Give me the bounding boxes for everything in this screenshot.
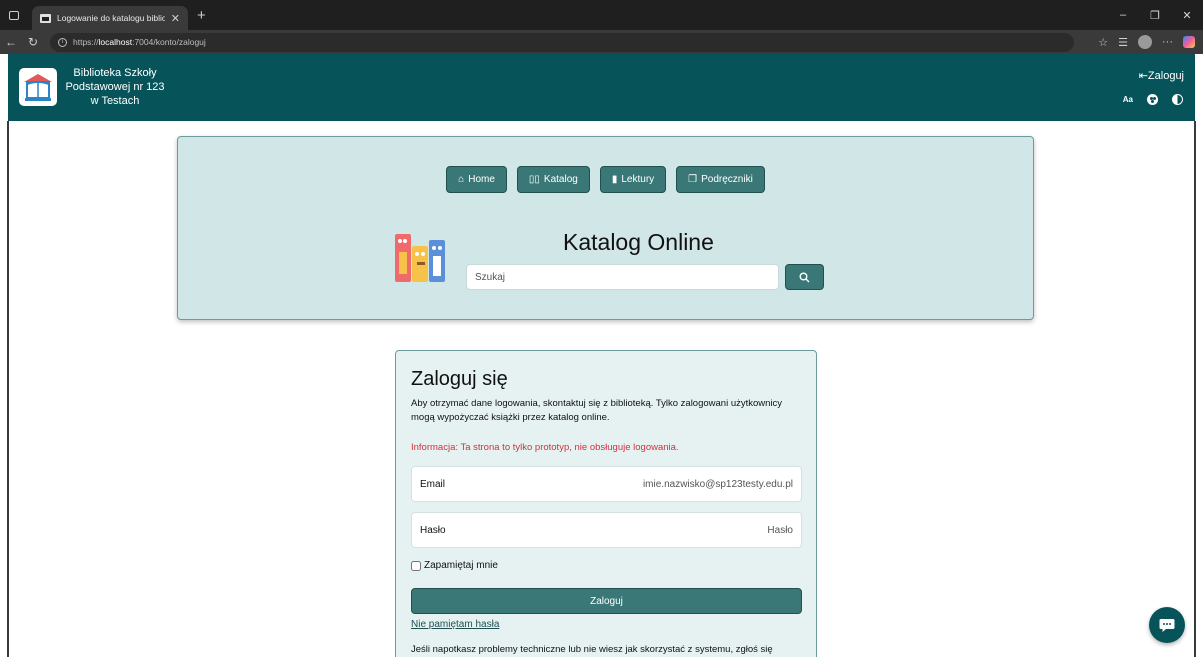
- login-submit-button[interactable]: Zaloguj: [411, 588, 802, 614]
- tab-close-icon[interactable]: ✕: [171, 12, 180, 25]
- forgot-password-link[interactable]: Nie pamiętam hasła: [411, 619, 499, 630]
- new-tab-icon[interactable]: +: [197, 7, 206, 24]
- bookmark-book-icon: ▮: [611, 174, 618, 185]
- favorite-star-icon[interactable]: ☆: [1098, 36, 1108, 49]
- remember-me[interactable]: Zapamiętaj mnie: [411, 560, 498, 571]
- home-icon: ⌂: [458, 174, 465, 185]
- login-card: Zaloguj się Aby otrzymać dane logowania,…: [395, 350, 817, 657]
- header-login-link[interactable]: ⇤Zaloguj: [1139, 69, 1184, 82]
- remember-me-label: Zapamiętaj mnie: [424, 560, 498, 571]
- frame-right: [1194, 121, 1196, 657]
- login-arrow-icon: ⇤: [1138, 70, 1148, 82]
- books-stack-icon: ❐: [688, 174, 698, 185]
- tab-title: Logowanie do katalogu bibliotek: [57, 13, 165, 23]
- browser-address-bar: ← ↻ i https://localhost:7004/konto/zalog…: [0, 30, 1203, 54]
- restore-icon[interactable]: ❐: [1139, 9, 1171, 22]
- back-icon[interactable]: ←: [0, 35, 22, 49]
- nav-home-button[interactable]: ⌂ Home: [446, 166, 507, 193]
- window-controls: – ❐ ✕: [1107, 0, 1203, 30]
- browser-tab-bar: Logowanie do katalogu bibliotek ✕ + – ❐ …: [0, 0, 1203, 30]
- frame-left: [7, 121, 9, 657]
- tab-favicon-icon: [40, 13, 51, 23]
- favorites-list-icon[interactable]: ☰: [1118, 36, 1128, 49]
- password-input[interactable]: [553, 524, 793, 536]
- site-info-icon[interactable]: i: [58, 37, 67, 47]
- prototype-info: Informacja: Ta strona to tylko prototyp,…: [411, 442, 679, 453]
- password-label: Hasło: [420, 524, 446, 536]
- remember-me-checkbox[interactable]: [411, 560, 421, 571]
- url-field[interactable]: i https://localhost:7004/konto/zaloguj: [50, 32, 1074, 52]
- help-text: Jeśli napotkasz problemy techniczne lub …: [411, 644, 773, 655]
- theme-palette-icon[interactable]: [1147, 94, 1158, 105]
- catalog-search-panel: ⌂ Home ▯▯ Katalog ▮ Lektury ❐ Podręczniki Ka…: [177, 136, 1034, 320]
- site-header: Biblioteka Szkoły Podstawowej nr 123 w T…: [8, 54, 1195, 121]
- accessibility-toolbar: Aa: [1123, 94, 1183, 105]
- nav-textbooks-button[interactable]: ❐ Podręczniki: [676, 166, 765, 193]
- nav-catalog-button[interactable]: ▯▯ Katalog: [516, 166, 590, 193]
- copilot-icon[interactable]: [1183, 36, 1195, 48]
- browser-tab-active[interactable]: Logowanie do katalogu bibliotek ✕: [32, 6, 188, 30]
- login-description: Aby otrzymać dane logowania, skontaktuj …: [411, 398, 783, 423]
- nav-readings-button[interactable]: ▮ Lektury: [599, 166, 667, 193]
- contrast-toggle-icon[interactable]: [1172, 94, 1183, 105]
- close-window-icon[interactable]: ✕: [1171, 9, 1203, 22]
- library-logo-icon[interactable]: [19, 68, 57, 106]
- school-name[interactable]: Biblioteka Szkoły Podstawowej nr 123 w T…: [60, 66, 170, 108]
- email-input[interactable]: [553, 478, 793, 490]
- catalog-title: Katalog Online: [563, 229, 714, 255]
- search-icon: [799, 272, 810, 282]
- font-size-toggle[interactable]: Aa: [1123, 95, 1133, 104]
- refresh-icon[interactable]: ↻: [22, 35, 44, 49]
- search-button[interactable]: [785, 264, 824, 290]
- login-title: Zaloguj się: [411, 368, 508, 390]
- catalog-search-input[interactable]: [466, 264, 779, 290]
- main-nav: ⌂ Home ▯▯ Katalog ▮ Lektury ❐ Podręczniki: [178, 166, 1033, 193]
- email-field[interactable]: Email: [411, 466, 802, 502]
- profile-avatar[interactable]: [1138, 35, 1152, 49]
- more-options-icon[interactable]: ···: [1162, 36, 1173, 48]
- minimize-icon[interactable]: –: [1107, 9, 1139, 21]
- email-label: Email: [420, 478, 446, 490]
- open-book-icon: ▯▯: [528, 174, 540, 185]
- password-field[interactable]: Hasło: [411, 512, 802, 548]
- chat-bubble-icon: [1159, 618, 1175, 632]
- chat-button[interactable]: [1149, 607, 1185, 643]
- tab-actions-icon[interactable]: [0, 0, 28, 30]
- books-illustration-icon: [395, 234, 445, 282]
- url-text: https://localhost:7004/konto/zaloguj: [73, 37, 206, 47]
